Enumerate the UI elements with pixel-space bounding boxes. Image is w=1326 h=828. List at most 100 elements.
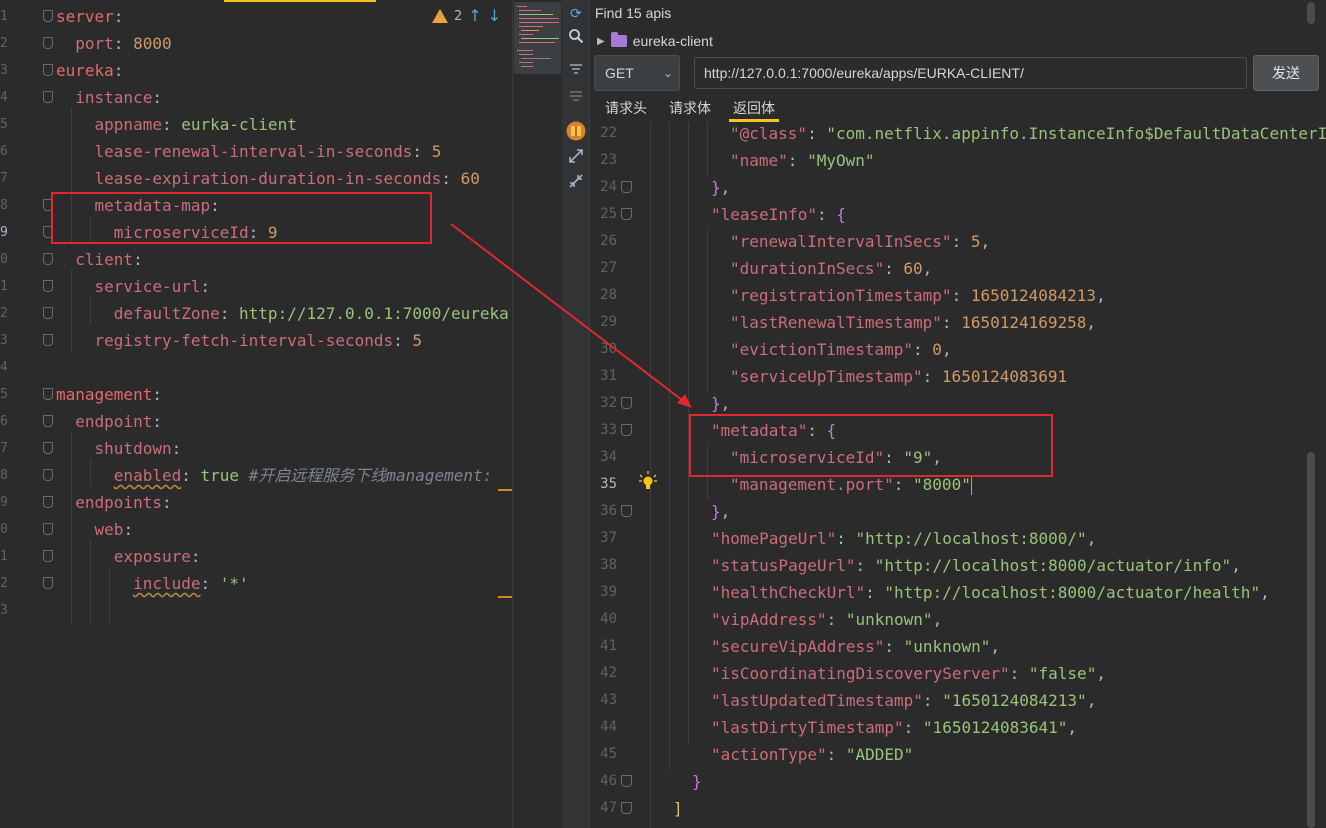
json-line[interactable]: "actionType": "ADDED" [711, 741, 913, 768]
yaml-line[interactable]: management: [56, 381, 162, 408]
yaml-line[interactable]: eureka: [56, 57, 123, 84]
yaml-line[interactable]: lease-expiration-duration-in-seconds: 60 [56, 165, 480, 192]
send-button[interactable]: 发送 [1253, 55, 1319, 91]
fold-marker[interactable] [621, 802, 632, 814]
fold-marker[interactable] [43, 469, 53, 481]
refresh-icon[interactable]: ⟳ [566, 4, 586, 24]
fold-marker[interactable] [621, 397, 632, 409]
yaml-line[interactable]: defaultZone: http://127.0.0.1:7000/eurek… [56, 300, 509, 327]
json-line[interactable]: "@class": "com.netflix.appinfo.InstanceI… [730, 122, 1326, 147]
json-line[interactable]: "durationInSecs": 60, [730, 255, 932, 282]
yaml-line[interactable]: port: 8000 [56, 30, 171, 57]
tab-request-headers[interactable]: 请求头 [601, 96, 651, 122]
fold-marker[interactable] [43, 10, 53, 22]
fold-marker[interactable] [43, 253, 53, 265]
json-line[interactable]: "lastRenewalTimestamp": 1650124169258, [730, 309, 1096, 336]
json-line[interactable]: "renewalIntervalInSecs": 5, [730, 228, 990, 255]
collapse-icon[interactable] [566, 88, 586, 108]
fold-marker[interactable] [43, 496, 53, 508]
json-line[interactable]: }, [711, 498, 730, 525]
fold-marker[interactable] [43, 307, 53, 319]
http-method-value: GET [605, 65, 634, 81]
json-line[interactable]: "registrationTimestamp": 1650124084213, [730, 282, 1106, 309]
json-line[interactable]: "evictionTimestamp": 0, [730, 336, 952, 363]
yaml-line[interactable]: registry-fetch-interval-seconds: 5 [56, 327, 423, 354]
yaml-line[interactable]: exposure: [56, 543, 201, 570]
text-cursor [970, 476, 972, 495]
fold-marker[interactable] [43, 280, 53, 292]
yaml-line[interactable]: service-url: [56, 273, 211, 300]
filter-icon[interactable] [566, 62, 586, 82]
fold-marker[interactable] [43, 37, 53, 49]
json-line[interactable]: "isCoordinatingDiscoveryServer": "false"… [711, 660, 1106, 687]
expand-icon[interactable] [566, 148, 586, 168]
top-scrollbar-thumb[interactable] [1307, 2, 1315, 24]
warning-stripe[interactable] [498, 596, 512, 598]
json-line[interactable]: "lastUpdatedTimestamp": "1650124084213", [711, 687, 1096, 714]
line-number: 2 [0, 306, 8, 321]
book-icon[interactable] [566, 121, 586, 141]
tab-response-body[interactable]: 返回体 [729, 96, 779, 122]
inspection-widget[interactable]: 2 ↑ ↓ [432, 6, 501, 26]
minimap[interactable] [512, 0, 562, 828]
json-line[interactable]: "leaseInfo": { [711, 201, 846, 228]
yaml-key: management [56, 385, 153, 404]
yaml-line[interactable]: shutdown: [56, 435, 182, 462]
arrow-down-icon[interactable]: ↓ [488, 7, 501, 25]
vertical-scrollbar[interactable] [1307, 452, 1315, 828]
compress-icon[interactable] [566, 173, 586, 193]
fold-marker[interactable] [43, 577, 53, 589]
fold-marker[interactable] [621, 424, 632, 436]
expand-caret-icon[interactable]: ▶ [597, 36, 605, 47]
yaml-line[interactable]: lease-renewal-interval-in-seconds: 5 [56, 138, 442, 165]
json-line[interactable]: "lastDirtyTimestamp": "1650124083641", [711, 714, 1077, 741]
line-number: 0 [0, 252, 8, 267]
json-line[interactable]: }, [711, 390, 730, 417]
yaml-line[interactable]: endpoints: [56, 489, 171, 516]
json-line[interactable]: "homePageUrl": "http://localhost:8000/", [711, 525, 1096, 552]
fold-marker[interactable] [43, 415, 53, 427]
fold-marker[interactable] [621, 775, 632, 787]
yaml-line[interactable]: appname: eurka-client [56, 111, 297, 138]
fold-marker[interactable] [621, 181, 632, 193]
warning-stripe[interactable] [498, 489, 512, 491]
fold-marker[interactable] [43, 442, 53, 454]
json-line[interactable]: "secureVipAddress": "unknown", [711, 633, 1000, 660]
search-icon[interactable] [566, 28, 586, 48]
fold-marker[interactable] [43, 550, 53, 562]
fold-marker[interactable] [621, 505, 632, 517]
lightbulb-icon[interactable] [639, 471, 657, 491]
json-line[interactable]: "name": "MyOwn" [730, 147, 875, 174]
fold-marker[interactable] [43, 523, 53, 535]
yaml-line[interactable]: web: [56, 516, 134, 543]
json-line[interactable]: "serviceUpTimestamp": 1650124083691 [730, 363, 1067, 390]
minimap-line [519, 26, 543, 27]
fold-marker[interactable] [43, 64, 53, 76]
fold-marker[interactable] [621, 208, 632, 220]
url-input[interactable]: http://127.0.0.1:7000/eureka/apps/EURKA-… [694, 57, 1247, 89]
fold-marker[interactable] [43, 334, 53, 346]
line-number: 8 [0, 198, 8, 213]
json-line[interactable]: "statusPageUrl": "http://localhost:8000/… [711, 552, 1241, 579]
yaml-key: client [75, 250, 134, 269]
fold-marker[interactable] [43, 91, 53, 103]
yaml-line[interactable]: include: '*' [56, 570, 249, 597]
json-line[interactable]: }, [711, 174, 730, 201]
tab-request-body[interactable]: 请求体 [665, 96, 715, 122]
arrow-up-icon[interactable]: ↑ [468, 7, 481, 25]
yaml-key: service-url [94, 277, 201, 296]
yaml-line[interactable]: server: [56, 3, 123, 30]
fold-marker[interactable] [43, 388, 53, 400]
yaml-line[interactable]: endpoint: [56, 408, 162, 435]
json-line[interactable]: "healthCheckUrl": "http://localhost:8000… [711, 579, 1270, 606]
json-line[interactable]: ] [673, 795, 683, 822]
line-number: 31 [600, 368, 617, 384]
tree-item-eureka-client[interactable]: ▶ eureka-client [597, 30, 713, 52]
yaml-line[interactable]: client: [56, 246, 142, 273]
yaml-line[interactable]: enabled: true #开启远程服务下线management: [56, 462, 492, 489]
yaml-line[interactable]: instance: [56, 84, 162, 111]
json-line[interactable]: "vipAddress": "unknown", [711, 606, 942, 633]
yaml-editor[interactable]: 1 2 3 4 5 6 7 8 9 0 1 2 3 4 5 6 7 8 9 0 … [0, 0, 512, 828]
http-method-select[interactable]: GET ⌄ [594, 55, 680, 91]
json-line[interactable]: } [692, 768, 702, 795]
